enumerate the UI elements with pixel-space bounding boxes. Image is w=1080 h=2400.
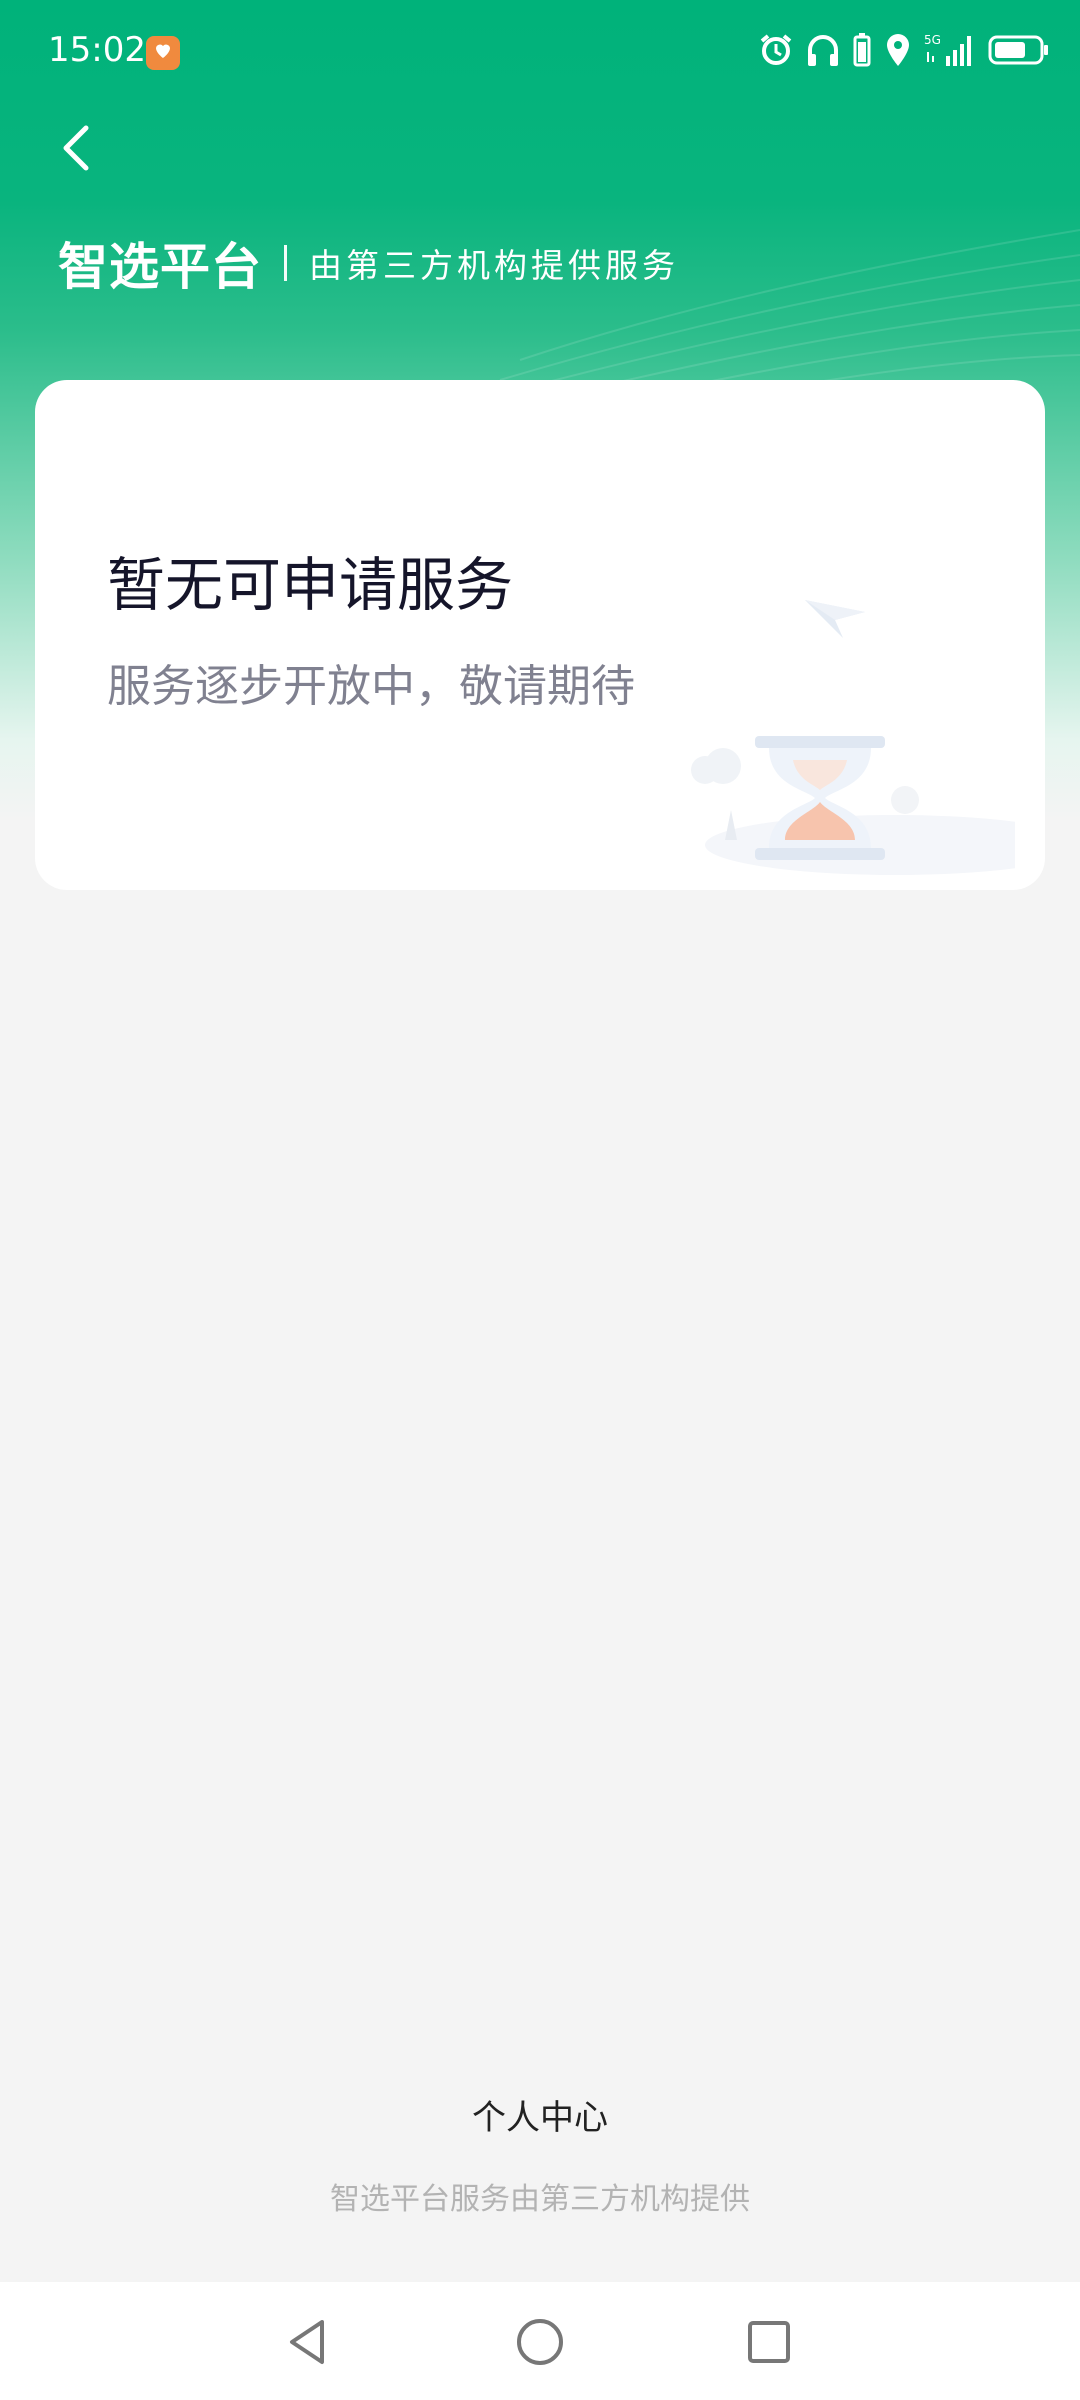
brand-divider xyxy=(284,245,287,281)
network-type-label: 5G xyxy=(924,33,941,47)
recents-square-icon xyxy=(748,2321,790,2363)
app-notification-icon xyxy=(146,36,180,70)
status-bar: 15:02 5G xyxy=(0,0,1080,104)
headphones-icon xyxy=(806,32,840,72)
brand-title: 智选平台 xyxy=(58,238,262,296)
brand-row: 智选平台 由第三方机构提供服务 xyxy=(58,228,679,298)
battery-saver-icon xyxy=(852,32,872,72)
empty-state-subtitle: 服务逐步开放中，敬请期待 xyxy=(107,661,635,712)
alarm-icon xyxy=(758,32,794,72)
empty-state-card: 暂无可申请服务 服务逐步开放中，敬请期待 xyxy=(35,380,1045,890)
brand-subtitle: 由第三方机构提供服务 xyxy=(309,246,679,285)
home-circle-icon xyxy=(517,2319,563,2365)
nav-recents-button[interactable] xyxy=(738,2312,798,2372)
empty-state-title: 暂无可申请服务 xyxy=(107,551,514,619)
chevron-left-icon xyxy=(63,125,89,171)
battery-icon xyxy=(988,32,1050,72)
personal-center-link[interactable]: 个人中心 xyxy=(0,2090,1080,2139)
nav-home-button[interactable] xyxy=(510,2312,570,2372)
nav-back-button[interactable] xyxy=(278,2312,338,2372)
status-time: 15:02 xyxy=(48,30,146,70)
back-triangle-icon xyxy=(290,2320,324,2364)
hourglass-icon xyxy=(675,540,1045,880)
5g-signal-icon: 5G xyxy=(924,32,976,72)
location-icon xyxy=(884,32,912,72)
back-button[interactable] xyxy=(50,118,110,178)
status-icons: 5G xyxy=(758,30,1050,74)
system-nav-bar xyxy=(0,2282,1080,2400)
footer-note: 智选平台服务由第三方机构提供 xyxy=(330,2182,750,2217)
